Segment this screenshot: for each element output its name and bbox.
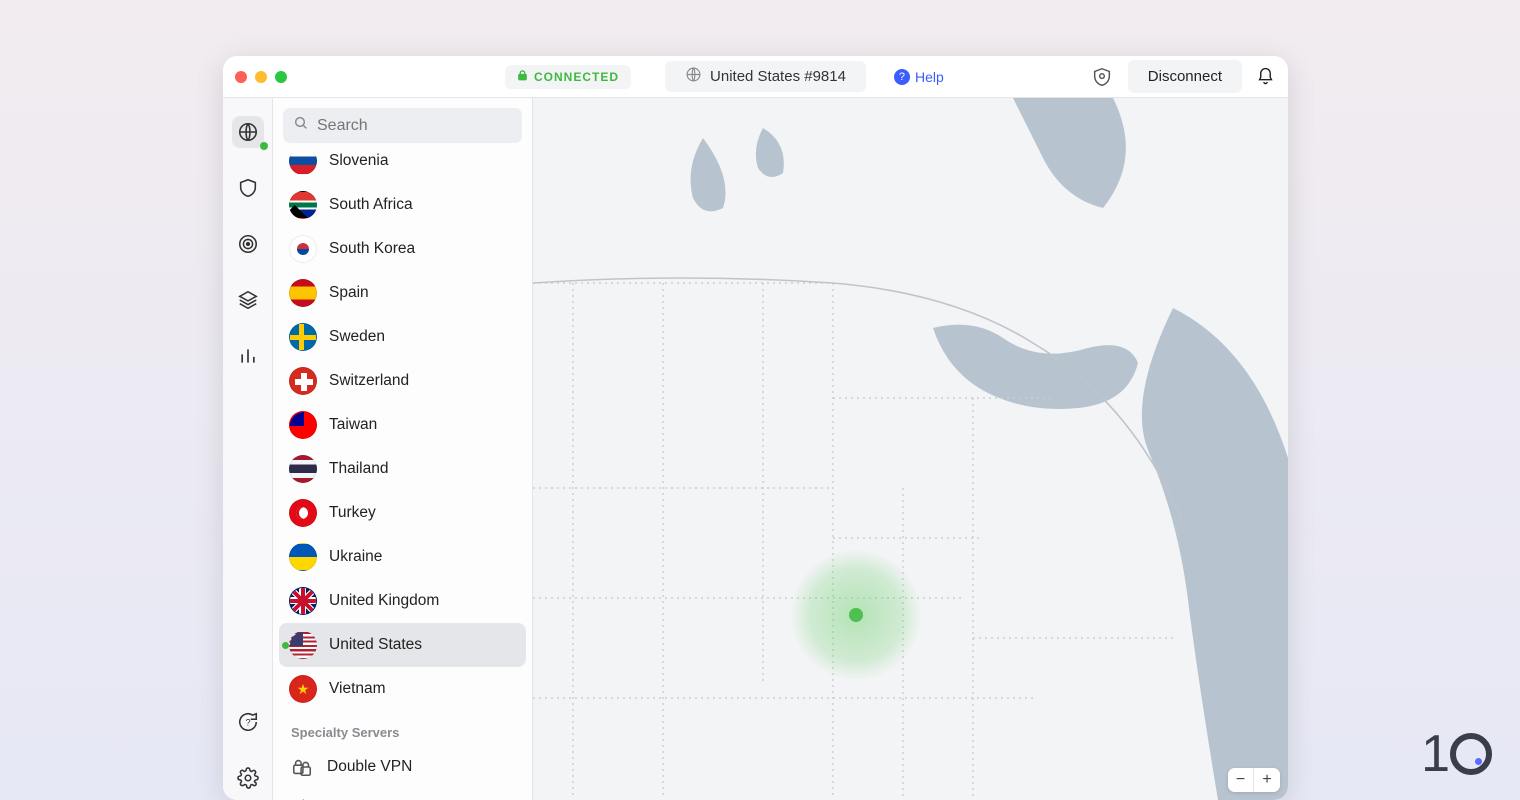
nav-servers[interactable] (232, 116, 264, 148)
country-label: Ukraine (329, 548, 382, 566)
country-label: Switzerland (329, 372, 409, 390)
country-row-thailand[interactable]: Thailand (279, 447, 526, 491)
nav-support[interactable]: ? (232, 706, 264, 738)
onion-icon (289, 796, 315, 800)
nav-security[interactable] (232, 172, 264, 204)
country-row-south-africa[interactable]: South Africa (279, 183, 526, 227)
country-label: Thailand (329, 460, 388, 478)
nav-meshnet[interactable] (232, 284, 264, 316)
specialty-row-onion-over-vpn[interactable]: Onion Over VPN (279, 788, 526, 800)
notifications-button[interactable] (1256, 67, 1276, 87)
search-icon (293, 115, 309, 136)
specialty-section-label: Specialty Servers (279, 711, 526, 746)
flag-icon (289, 235, 317, 263)
titlebar-right: Disconnect (1090, 60, 1276, 93)
nav-stats[interactable] (232, 340, 264, 372)
flag-icon (289, 455, 317, 483)
country-row-spain[interactable]: Spain (279, 271, 526, 315)
specialty-label: Double VPN (327, 758, 412, 776)
titlebar: CONNECTED United States #9814 ? Help Dis… (223, 56, 1288, 98)
flag-icon (289, 279, 317, 307)
app-window: CONNECTED United States #9814 ? Help Dis… (223, 56, 1288, 800)
zoom-in-button[interactable]: + (1254, 768, 1280, 792)
country-label: Slovenia (329, 153, 388, 170)
window-controls (235, 71, 287, 83)
nav-darkweb[interactable] (232, 228, 264, 260)
search-input[interactable] (317, 117, 512, 135)
specialty-row-double-vpn[interactable]: Double VPN (279, 746, 526, 788)
app-body: ? Slovenia South Africa South Korea Spain Sw… (223, 98, 1288, 800)
country-row-turkey[interactable]: Turkey (279, 491, 526, 535)
flag-icon (289, 587, 317, 615)
server-list-panel: Slovenia South Africa South Korea Spain Swed… (273, 98, 533, 800)
map-zoom-controls: − + (1228, 768, 1280, 792)
map-svg (533, 98, 1288, 800)
country-label: Turkey (329, 504, 376, 522)
help-link[interactable]: ? Help (894, 69, 944, 85)
country-row-ukraine[interactable]: Ukraine (279, 535, 526, 579)
server-name: United States #9814 (710, 68, 846, 85)
country-label: United States (329, 636, 422, 654)
flag-icon (289, 367, 317, 395)
watermark-logo: 1 (1421, 724, 1492, 784)
country-label: South Africa (329, 196, 413, 214)
flag-icon (289, 675, 317, 703)
flag-icon (289, 631, 317, 659)
country-row-vietnam[interactable]: Vietnam (279, 667, 526, 711)
flag-icon (289, 153, 317, 175)
connection-status: CONNECTED (505, 65, 631, 89)
double-lock-icon (289, 754, 315, 780)
globe-icon (685, 66, 702, 87)
country-row-switzerland[interactable]: Switzerland (279, 359, 526, 403)
country-label: Vietnam (329, 680, 386, 698)
close-window-button[interactable] (235, 71, 247, 83)
current-server[interactable]: United States #9814 (665, 61, 866, 92)
nav-settings[interactable] (232, 762, 264, 794)
threat-protection-button[interactable] (1090, 65, 1114, 89)
maximize-window-button[interactable] (275, 71, 287, 83)
flag-icon (289, 543, 317, 571)
country-label: Sweden (329, 328, 385, 346)
map[interactable]: − + (533, 98, 1288, 800)
disconnect-button[interactable]: Disconnect (1128, 60, 1242, 93)
country-row-sweden[interactable]: Sweden (279, 315, 526, 359)
country-label: South Korea (329, 240, 415, 258)
country-row-taiwan[interactable]: Taiwan (279, 403, 526, 447)
country-row-slovenia[interactable]: Slovenia (279, 153, 526, 183)
lock-icon (517, 69, 528, 85)
status-text: CONNECTED (534, 70, 619, 84)
flag-icon (289, 411, 317, 439)
country-list[interactable]: Slovenia South Africa South Korea Spain Swed… (273, 153, 532, 800)
country-row-united-kingdom[interactable]: United Kingdom (279, 579, 526, 623)
search-box[interactable] (283, 108, 522, 143)
country-row-united-states[interactable]: United States (279, 623, 526, 667)
zoom-out-button[interactable]: − (1228, 768, 1254, 792)
flag-icon (289, 499, 317, 527)
country-label: Spain (329, 284, 369, 302)
flag-icon (289, 191, 317, 219)
country-label: Taiwan (329, 416, 377, 434)
minimize-window-button[interactable] (255, 71, 267, 83)
flag-icon (289, 323, 317, 351)
nav-rail: ? (223, 98, 273, 800)
country-row-south-korea[interactable]: South Korea (279, 227, 526, 271)
help-icon: ? (894, 69, 910, 85)
svg-text:?: ? (245, 718, 250, 728)
country-label: United Kingdom (329, 592, 439, 610)
